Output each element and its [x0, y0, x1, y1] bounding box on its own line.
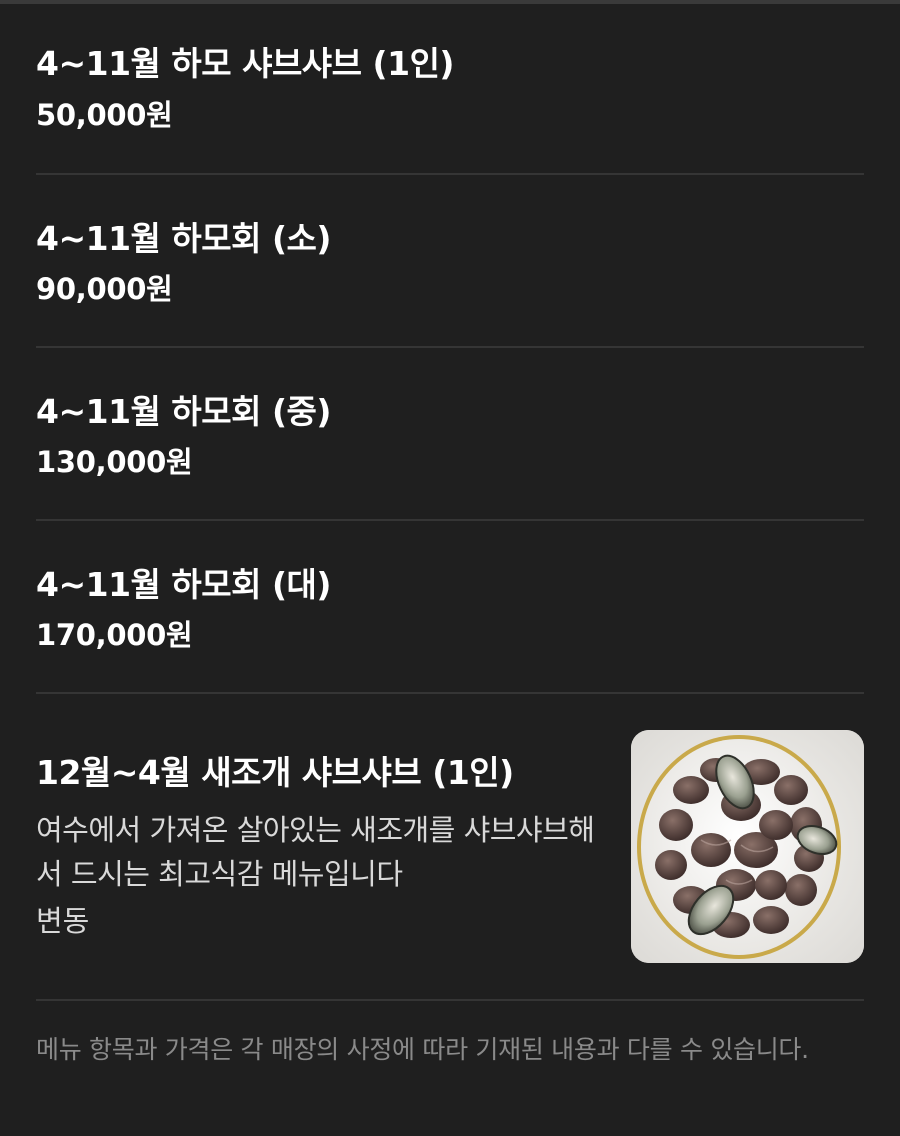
menu-item-name: 4~11월 하모회 (소)	[36, 219, 331, 258]
menu-item-name: 4~11월 하모 샤브샤브 (1인)	[36, 44, 455, 83]
menu-item[interactable]: 4~11월 하모 샤브샤브 (1인) 50,000원	[36, 0, 864, 175]
featured-menu-description: 여수에서 가져온 살아있는 새조개를 샤브샤브해서 드시는 최고식감 메뉴입니다	[36, 813, 595, 891]
featured-menu-item[interactable]: 12월~4월 새조개 샤브샤브 (1인) 여수에서 가져온 살아있는 새조개를 …	[36, 694, 864, 1001]
footer-disclaimer: 메뉴 항목과 가격은 각 매장의 사정에 따라 기재된 내용과 다를 수 있습니…	[36, 1035, 809, 1064]
menu-item-price: 170,000원	[36, 618, 193, 652]
featured-menu-price-note: 변동	[36, 904, 90, 938]
menu-list: 4~11월 하모 샤브샤브 (1인) 50,000원 4~11월 하모회 (소)…	[36, 0, 864, 1001]
menu-item[interactable]: 4~11월 하모회 (중) 130,000원	[36, 348, 864, 521]
menu-item-photo[interactable]	[631, 730, 864, 963]
menu-item-name: 4~11월 하모회 (중)	[36, 392, 331, 431]
menu-item-price: 90,000원	[36, 272, 173, 306]
featured-menu-name: 12월~4월 새조개 샤브샤브 (1인)	[36, 753, 514, 792]
menu-item-price: 50,000원	[36, 98, 173, 132]
menu-item-price: 130,000원	[36, 445, 193, 479]
menu-item-name: 4~11월 하모회 (대)	[36, 565, 331, 604]
cockle-dish-image	[631, 730, 864, 963]
menu-item[interactable]: 4~11월 하모회 (소) 90,000원	[36, 175, 864, 348]
menu-item[interactable]: 4~11월 하모회 (대) 170,000원	[36, 521, 864, 694]
